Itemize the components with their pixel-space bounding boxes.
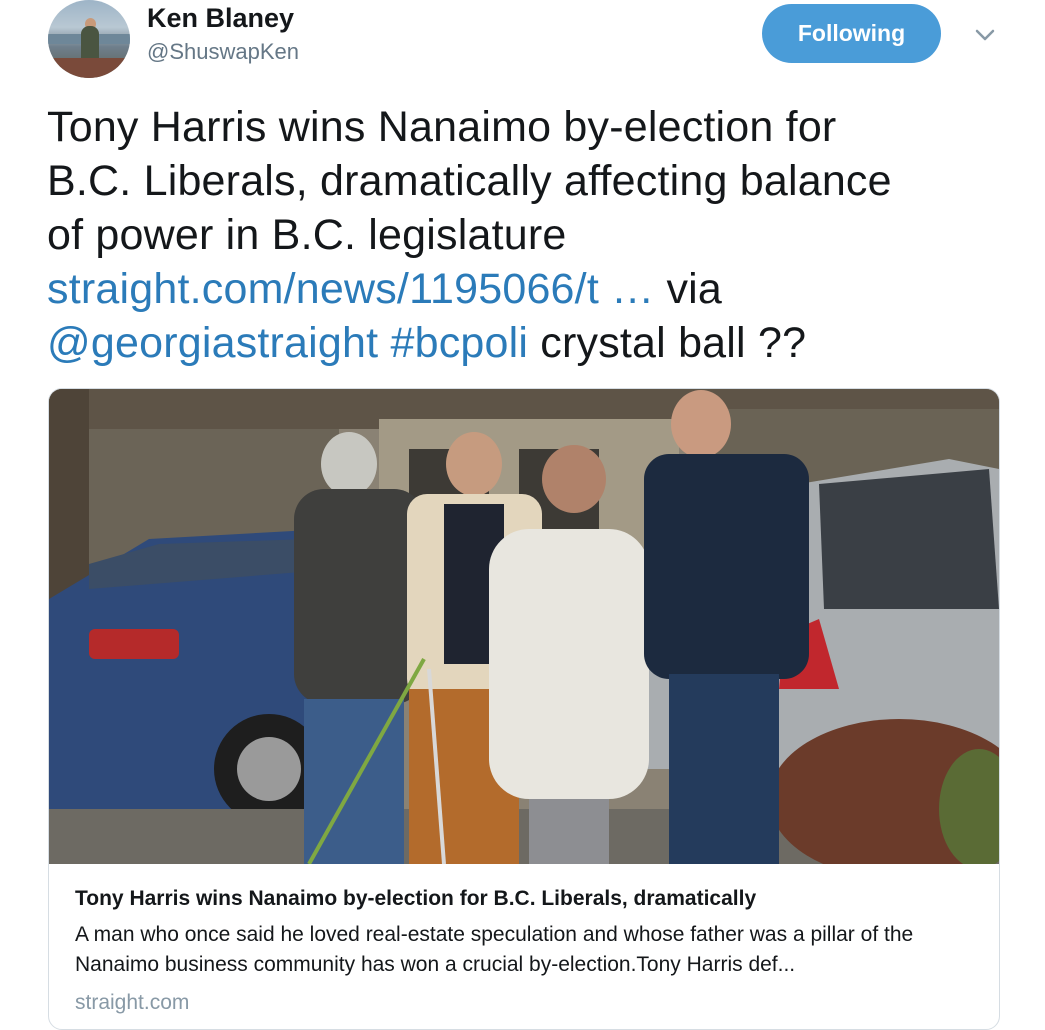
tweet-text: Tony Harris wins Nanaimo by-election for… — [47, 100, 1007, 370]
avatar[interactable] — [48, 0, 130, 78]
card-domain: straight.com — [75, 991, 190, 1014]
author-display-name[interactable]: Ken Blaney — [147, 0, 294, 36]
hashtag-link[interactable]: #bcpoli — [390, 319, 528, 367]
card-photo[interactable] — [49, 389, 999, 864]
card-photo-illustration — [49, 389, 999, 864]
tweet-text-line: of power in B.C. legislature — [47, 211, 567, 259]
chevron-down-icon[interactable] — [972, 22, 998, 48]
following-button[interactable]: Following — [762, 4, 941, 63]
card-description: A man who once said he loved real-estate… — [75, 923, 914, 976]
author-handle[interactable]: @ShuswapKen — [147, 37, 299, 67]
article-link[interactable]: straight.com/news/1195066/t … — [47, 265, 654, 313]
trailing-text: crystal ball ?? — [528, 319, 807, 367]
tweet-text-line: straight.com/news/1195066/t … via — [47, 262, 1007, 316]
tweet-text-line: @georgiastraight #bcpoli crystal ball ?? — [47, 316, 1007, 370]
avatar-railing — [48, 58, 130, 78]
link-preview-card[interactable]: Tony Harris wins Nanaimo by-election for… — [48, 388, 1000, 1030]
mention-link[interactable]: @georgiastraight — [47, 319, 378, 367]
via-text: via — [654, 265, 723, 313]
card-title[interactable]: Tony Harris wins Nanaimo by-election for… — [75, 884, 973, 914]
tweet-text-line: B.C. Liberals, dramatically affecting ba… — [47, 157, 892, 205]
tweet-text-line: Tony Harris wins Nanaimo by-election for — [47, 103, 837, 151]
card-body: Tony Harris wins Nanaimo by-election for… — [49, 864, 999, 1018]
